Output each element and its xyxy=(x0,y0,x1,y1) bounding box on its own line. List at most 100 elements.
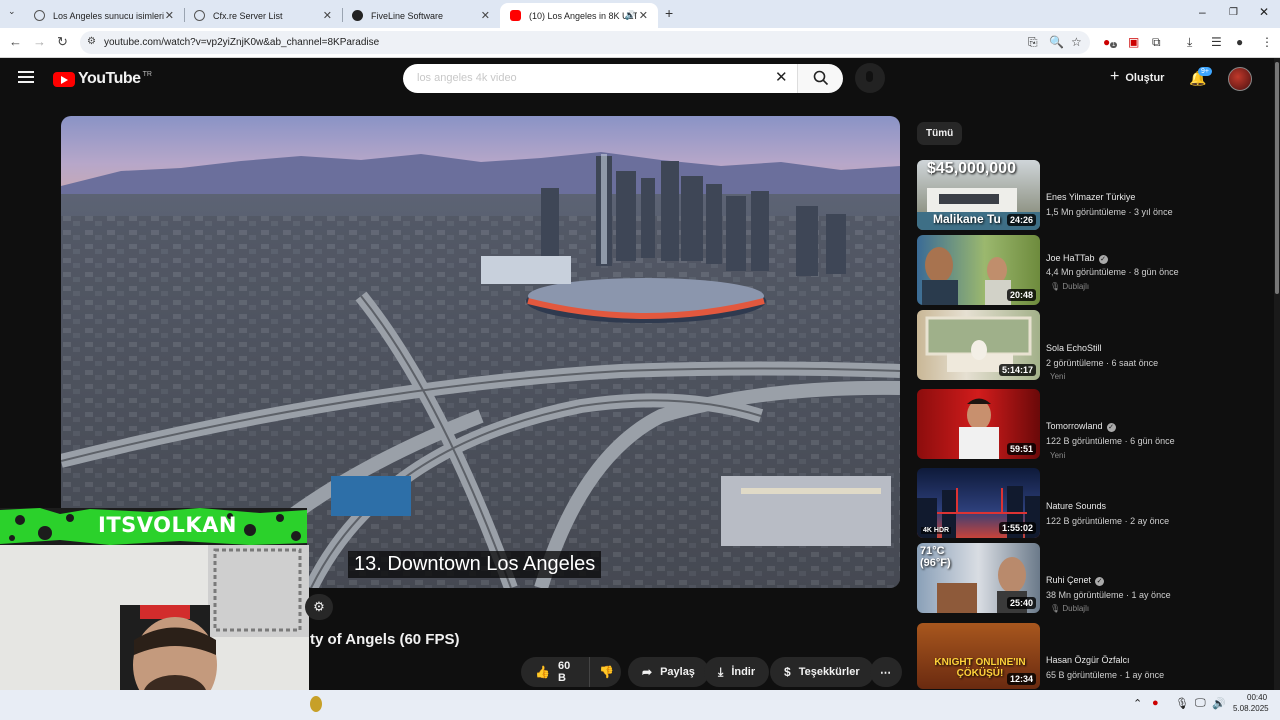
share-button[interactable]: ➦ Paylaş xyxy=(628,657,709,687)
network-icon[interactable]: 🖵 xyxy=(1195,697,1206,710)
hamburger-menu-icon[interactable] xyxy=(18,71,34,83)
tab-list-dropdown-icon[interactable]: ⌄ xyxy=(8,6,16,17)
recommended-video[interactable]: 59:51 Tomorrowland ✓ 122 B görüntüleme · … xyxy=(917,389,1257,460)
new-tab-icon[interactable]: + xyxy=(665,5,673,21)
reading-list-icon[interactable]: ☰ xyxy=(1211,35,1222,49)
microphone-tray-icon[interactable]: 🎙 xyxy=(1175,697,1189,710)
recommended-video[interactable]: $45,000,000 Malikane Tu 24:26 Enes Yilma… xyxy=(917,160,1257,230)
zoom-icon[interactable]: 🔍 xyxy=(1049,35,1064,49)
download-button[interactable]: ⤓ İndir xyxy=(704,657,770,687)
player-settings-gear-icon[interactable]: ⚙ xyxy=(305,594,333,620)
channel-name[interactable]: Nature Sounds xyxy=(1046,501,1106,511)
video-thumbnail[interactable]: 59:51 xyxy=(917,389,1040,459)
recommended-video[interactable]: 20:48 Joe HaTTab ✓ 4,4 Mn görüntüleme · 8… xyxy=(917,235,1257,305)
video-thumbnail[interactable]: 5:14:17 xyxy=(917,310,1040,380)
create-label: Oluştur xyxy=(1125,72,1165,84)
view-count: 38 Mn görüntüleme xyxy=(1046,590,1124,600)
close-tab-icon[interactable]: ✕ xyxy=(481,9,490,22)
filter-chip-all[interactable]: Tümü xyxy=(917,122,963,145)
show-hidden-icons-icon[interactable]: ⌃ xyxy=(1133,697,1142,710)
upload-age: 6 gün önce xyxy=(1130,436,1175,446)
close-window-icon[interactable]: ✕ xyxy=(1259,5,1269,19)
channel-name[interactable]: Tomorrowland ✓ xyxy=(1046,421,1116,432)
extensions-puzzle-icon[interactable]: ⧉ xyxy=(1152,35,1161,50)
more-actions-button[interactable]: ⋯ xyxy=(870,657,902,687)
thanks-button[interactable]: $ Teşekkürler xyxy=(770,657,874,687)
forward-icon[interactable]: → xyxy=(33,34,46,49)
windows-taskbar xyxy=(0,690,1280,720)
audio-playing-icon[interactable]: 🔊 xyxy=(625,10,636,21)
site-info-icon[interactable]: ⚙ xyxy=(87,36,96,47)
close-tab-icon[interactable]: ✕ xyxy=(323,9,332,22)
badge-label: Dublajlı xyxy=(1062,282,1090,291)
recommended-video[interactable]: 5:14:17 Sola EchoStill 2 görüntüleme · 6… xyxy=(917,310,1257,381)
dislike-button[interactable]: 👎 xyxy=(589,657,621,687)
browser-menu-icon[interactable]: ⋮ xyxy=(1261,35,1273,49)
back-icon[interactable]: ← xyxy=(9,34,22,49)
create-button[interactable]: + Oluştur xyxy=(1110,68,1165,86)
clock-time[interactable]: 00:40 xyxy=(1247,693,1267,702)
channel-label: Ruhi Çenet xyxy=(1046,575,1092,585)
tab-cfx-server-list[interactable]: Cfx.re Server List ✕ xyxy=(184,3,342,28)
fiveline-icon xyxy=(352,10,363,21)
video-thumbnail[interactable]: 20:48 xyxy=(917,235,1040,305)
video-meta: 122 B görüntüleme · 6 gün önce xyxy=(1046,436,1175,446)
tab-youtube-active[interactable]: (10) Los Angeles in 8K ULTR 🔊 ✕ xyxy=(500,3,658,28)
badge-label: Dublajlı xyxy=(1062,604,1090,613)
view-count: 1,5 Mn görüntüleme xyxy=(1046,207,1127,217)
channel-name[interactable]: Joe HaTTab ✓ xyxy=(1046,253,1108,264)
restore-icon[interactable]: ❐ xyxy=(1229,7,1238,18)
video-thumbnail[interactable]: KNIGHT ONLINE'IN ÇÖKÜŞÜ! 12:34 xyxy=(917,623,1040,689)
install-app-icon[interactable]: ⎘ xyxy=(1028,35,1038,50)
taskbar-app-icon[interactable] xyxy=(310,696,322,712)
recommended-video[interactable]: KNIGHT ONLINE'IN ÇÖKÜŞÜ! 12:34 Hasan Özg… xyxy=(917,623,1257,689)
address-bar[interactable]: ⚙ youtube.com/watch?v=vp2yiZnjK0w&ab_cha… xyxy=(80,31,1090,54)
tab-title: FiveLine Software xyxy=(371,10,444,21)
upload-age: 8 gün önce xyxy=(1134,267,1179,277)
thumbnail-text: $45,000,000 xyxy=(927,160,1016,177)
video-meta: 122 B görüntüleme · 2 ay önce xyxy=(1046,516,1170,526)
search-input[interactable]: los angeles 4k video xyxy=(403,64,797,93)
like-button[interactable]: 👍 60 B xyxy=(521,657,589,687)
new-badge: Yeni xyxy=(1050,451,1066,460)
channel-name[interactable]: Enes Yilmazer Türkiye xyxy=(1046,192,1135,202)
account-avatar[interactable] xyxy=(1228,67,1252,91)
extension-icon[interactable]: ● xyxy=(1103,35,1110,49)
globe-icon xyxy=(194,10,205,21)
browser-toolbar: ← → ↻ ⚙ youtube.com/watch?v=vp2yiZnjK0w&… xyxy=(0,28,1280,58)
recommended-video[interactable]: 4K HDR 1:55:02 Nature Sounds 122 B görün… xyxy=(917,468,1257,538)
upload-age: 6 saat önce xyxy=(1111,358,1159,368)
tray-app-icon[interactable]: ● xyxy=(1152,697,1159,709)
close-tab-icon[interactable]: ✕ xyxy=(639,9,648,22)
tab-la-server-names[interactable]: Los Angeles sunucu isimleri ✕ xyxy=(24,3,184,28)
quality-badge: 4K HDR xyxy=(921,527,952,534)
tab-fiveline-software[interactable]: FiveLine Software ✕ xyxy=(342,3,500,28)
video-duration: 20:48 xyxy=(1006,289,1036,301)
channel-name[interactable]: Hasan Özgür Özfalcı xyxy=(1046,655,1130,665)
bookmark-star-icon[interactable]: ☆ xyxy=(1071,35,1082,49)
clock-date[interactable]: 5.08.2025 xyxy=(1233,704,1269,713)
video-thumbnail[interactable]: 4K HDR 1:55:02 xyxy=(917,468,1040,538)
clear-search-icon[interactable]: ✕ xyxy=(775,68,788,86)
recommended-video[interactable]: 71°C (96°F) 25:40 Ruhi Çenet ✓ 38 Mn görü… xyxy=(917,543,1257,613)
search-button[interactable] xyxy=(797,64,843,93)
thumbs-down-icon: 👎 xyxy=(599,665,614,679)
page-scrollbar-thumb[interactable] xyxy=(1275,62,1279,294)
video-thumbnail[interactable]: 71°C (96°F) 25:40 xyxy=(917,543,1040,613)
view-count: 122 B görüntüleme xyxy=(1046,436,1123,446)
search-icon xyxy=(813,70,829,86)
location-icon[interactable]: ● xyxy=(1236,35,1243,49)
upload-age: 1 ay önce xyxy=(1125,670,1165,680)
extension-badge: 1 xyxy=(1110,42,1118,48)
channel-name[interactable]: Ruhi Çenet ✓ xyxy=(1046,575,1105,586)
video-thumbnail[interactable]: $45,000,000 Malikane Tu 24:26 xyxy=(917,160,1040,230)
youtube-logo[interactable]: YouTube TR xyxy=(53,70,152,88)
volume-icon[interactable]: 🔊 xyxy=(1212,697,1226,710)
voice-search-button[interactable] xyxy=(855,63,885,93)
channel-name[interactable]: Sola EchoStill xyxy=(1046,343,1102,353)
extension-red-icon[interactable]: ▣ xyxy=(1128,35,1139,49)
reload-icon[interactable]: ↻ xyxy=(57,34,68,50)
close-tab-icon[interactable]: ✕ xyxy=(165,9,174,22)
minimize-icon[interactable]: – xyxy=(1199,5,1206,19)
download-icon[interactable]: ⤓ xyxy=(1187,35,1192,50)
